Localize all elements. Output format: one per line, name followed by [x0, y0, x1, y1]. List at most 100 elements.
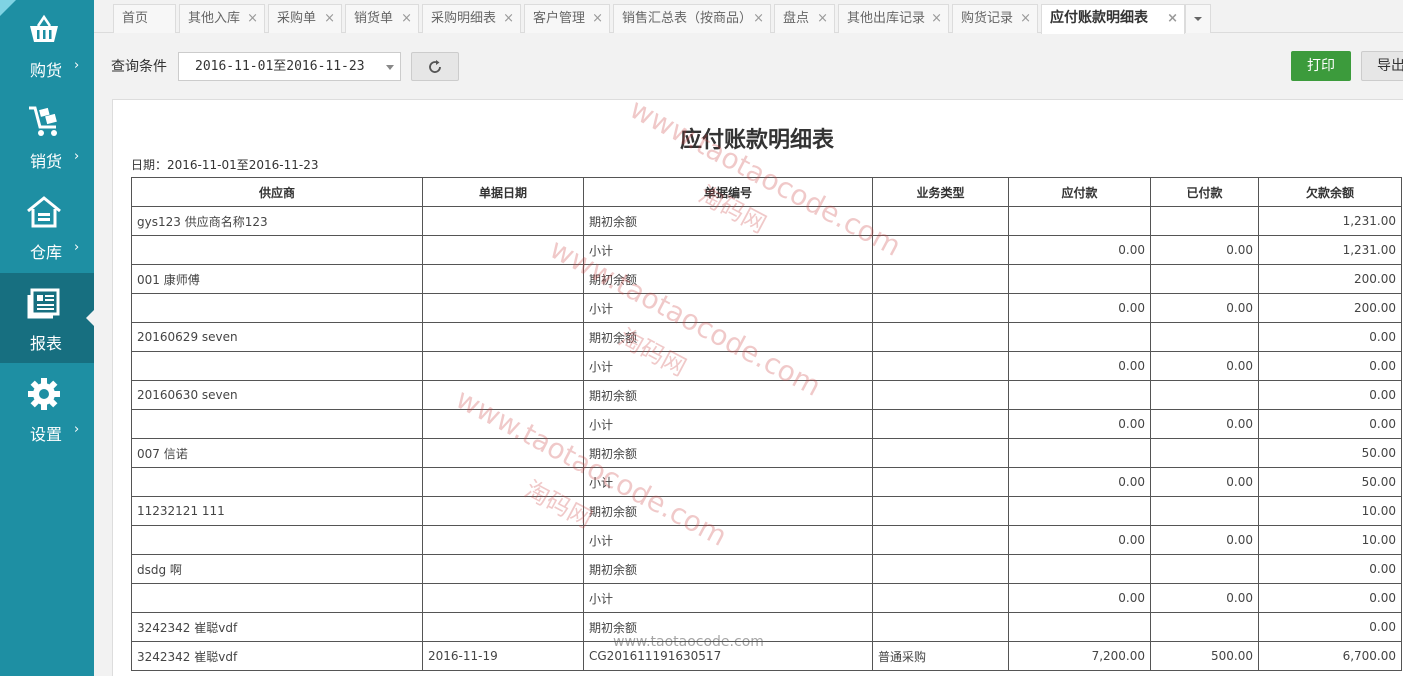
- sidebar-item-reports[interactable]: 报表: [0, 273, 94, 363]
- tab-other-inbound[interactable]: 其他入库 ×: [179, 4, 265, 33]
- table-cell: 0.00: [1258, 380, 1402, 410]
- table-cell: 10.00: [1258, 525, 1402, 555]
- tab-label: 客户管理: [533, 11, 586, 26]
- table-cell: [1008, 380, 1151, 410]
- table-row: 小计 0.00 0.00 0.00: [131, 409, 1402, 439]
- close-icon[interactable]: ×: [401, 5, 412, 32]
- table-cell: 0.00: [1150, 293, 1259, 323]
- close-icon[interactable]: ×: [592, 5, 603, 32]
- table-cell: 期初余额: [583, 206, 873, 236]
- tab-label: 其他出库记录: [847, 11, 926, 26]
- table-cell: [422, 351, 584, 381]
- close-icon[interactable]: ×: [1167, 5, 1178, 32]
- table-cell: 0.00: [1008, 235, 1151, 265]
- export-button[interactable]: 导出: [1361, 51, 1403, 81]
- refresh-button[interactable]: [411, 52, 459, 81]
- table-cell: 0.00: [1150, 351, 1259, 381]
- table-cell: [1150, 264, 1259, 294]
- table-cell: 0.00: [1258, 612, 1402, 642]
- close-icon[interactable]: ×: [324, 5, 335, 32]
- date-range-select[interactable]: 2016-11-01至2016-11-23: [178, 52, 401, 81]
- tab-sales-summary[interactable]: 销售汇总表（按商品） ×: [613, 4, 771, 33]
- table-cell: [872, 438, 1009, 468]
- table-cell: [422, 438, 584, 468]
- table-cell: [872, 351, 1009, 381]
- tab-label: 购货记录: [961, 11, 1014, 26]
- table-cell: 小计: [583, 293, 873, 323]
- table-cell: 200.00: [1258, 264, 1402, 294]
- table-cell: 期初余额: [583, 438, 873, 468]
- table-cell: 1,231.00: [1258, 235, 1402, 265]
- table-cell: 20160630 seven: [131, 380, 423, 410]
- tab-payables-detail[interactable]: 应付账款明细表 ×: [1041, 4, 1185, 34]
- sidebar-item-purchase[interactable]: 购货 ›: [0, 0, 94, 90]
- column-header: 应付款: [1008, 177, 1151, 207]
- sidebar-item-label: 设置: [30, 425, 63, 444]
- caret-down-icon: [1194, 17, 1202, 21]
- table-cell: [422, 496, 584, 526]
- sidebar-item-warehouse[interactable]: 仓库 ›: [0, 182, 94, 272]
- table-cell: 0.00: [1258, 351, 1402, 381]
- table-cell: 11232121 111: [131, 496, 423, 526]
- table-cell: [872, 322, 1009, 352]
- report-title: 应付账款明细表: [680, 127, 835, 153]
- table-cell: 3242342 崔聪vdf: [131, 612, 423, 642]
- sidebar-item-label: 购货: [30, 61, 63, 80]
- tab-sales-order[interactable]: 销货单 ×: [345, 4, 419, 33]
- close-icon[interactable]: ×: [503, 5, 514, 32]
- tab-label: 销货单: [354, 11, 394, 26]
- table-cell: [131, 467, 423, 497]
- table-cell: 0.00: [1150, 409, 1259, 439]
- table-cell: [422, 554, 584, 584]
- sidebar-item-sales[interactable]: 销货 ›: [0, 91, 94, 181]
- column-header: 业务类型: [872, 177, 1009, 207]
- table-cell: [872, 612, 1009, 642]
- table-cell: [1150, 438, 1259, 468]
- table-cell: [422, 612, 584, 642]
- table-row: 3242342 崔聪vdf 期初余额 0.00: [131, 612, 1402, 642]
- table-cell: 7,200.00: [1008, 641, 1151, 671]
- table-cell: [872, 583, 1009, 613]
- table-cell: 500.00: [1150, 641, 1259, 671]
- tab-customer-management[interactable]: 客户管理 ×: [524, 4, 610, 33]
- table-cell: gys123 供应商名称123: [131, 206, 423, 236]
- sidebar-item-settings[interactable]: 设置 ›: [0, 364, 94, 454]
- report-icon: [27, 288, 60, 319]
- tab-purchase-records[interactable]: 购货记录 ×: [952, 4, 1038, 33]
- close-icon[interactable]: ×: [1020, 5, 1031, 32]
- table-cell: [1008, 438, 1151, 468]
- table-cell: [422, 467, 584, 497]
- chevron-right-icon: ›: [74, 422, 80, 437]
- table-cell: [422, 322, 584, 352]
- tab-purchase-order[interactable]: 采购单 ×: [268, 4, 342, 33]
- print-button[interactable]: 打印: [1291, 51, 1351, 81]
- table-row: 小计 0.00 0.00 0.00: [131, 583, 1402, 613]
- table-cell: 期初余额: [583, 264, 873, 294]
- tab-other-outbound[interactable]: 其他出库记录 ×: [838, 4, 949, 33]
- table-row: gys123 供应商名称123 期初余额 1,231.00: [131, 206, 1402, 236]
- close-icon[interactable]: ×: [753, 5, 764, 32]
- close-icon[interactable]: ×: [247, 5, 258, 32]
- table-cell: [1008, 206, 1151, 236]
- table-cell: 0.00: [1008, 583, 1151, 613]
- table-row: 001 康师傅 期初余额 200.00: [131, 264, 1402, 294]
- table-row: 小计 0.00 0.00 1,231.00: [131, 235, 1402, 265]
- table-cell: [131, 525, 423, 555]
- close-icon[interactable]: ×: [931, 5, 942, 32]
- tab-stocktake[interactable]: 盘点 ×: [774, 4, 835, 33]
- table-cell: 小计: [583, 235, 873, 265]
- table-cell: 007 信诺: [131, 438, 423, 468]
- tab-overflow-dropdown[interactable]: [1185, 4, 1211, 33]
- gear-icon: [28, 378, 60, 410]
- table-cell: 0.00: [1150, 235, 1259, 265]
- query-label: 查询条件: [111, 59, 167, 75]
- table-cell: [1150, 206, 1259, 236]
- table-cell: [872, 206, 1009, 236]
- close-icon[interactable]: ×: [817, 5, 828, 32]
- tab-purchase-detail[interactable]: 采购明细表 ×: [422, 4, 521, 33]
- table-cell: 普通采购: [872, 641, 1009, 671]
- table-cell: 1,231.00: [1258, 206, 1402, 236]
- tab-home[interactable]: 首页: [113, 4, 176, 33]
- table-cell: [1150, 322, 1259, 352]
- report-date-range: 日期：2016-11-01至2016-11-23: [131, 158, 319, 172]
